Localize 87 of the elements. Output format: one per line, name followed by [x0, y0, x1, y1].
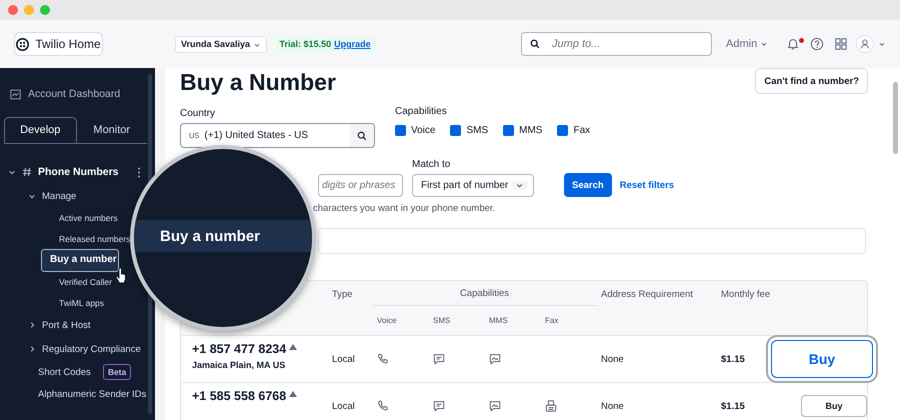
checkbox-label: SMS [466, 125, 488, 136]
reset-filters-link[interactable]: Reset filters [620, 180, 674, 191]
table-cell-text: None [600, 400, 624, 414]
apps-grid-icon[interactable] [834, 37, 848, 51]
nav-group[interactable]: Regulatory Compliance [42, 344, 141, 354]
match-dropdown[interactable]: First part of number [412, 174, 534, 197]
checkbox[interactable] [503, 125, 514, 136]
number-input-field[interactable]: digits or phrases [318, 174, 403, 197]
hint-text: characters you want in your phone number. [313, 203, 496, 214]
nav-item[interactable]: TwiML apps [41, 292, 104, 313]
table-cell-text: $1.15 [720, 352, 745, 366]
phone-icon [377, 353, 389, 365]
caret-icon[interactable] [878, 40, 886, 48]
home-button[interactable]: Twilio Home [14, 32, 103, 56]
chevron-down-icon[interactable] [28, 192, 36, 200]
upgrade-link[interactable]: Upgrade [334, 39, 371, 49]
bell-icon[interactable] [786, 37, 800, 51]
nav-item[interactable]: Released numbers [41, 228, 130, 249]
table-cell-text: Local [331, 352, 355, 366]
beta-badge: Beta [102, 364, 132, 380]
phone-number: +1 585 558 6768 [192, 389, 286, 403]
column-header: MMS [488, 316, 508, 325]
chevron-down-icon[interactable] [8, 168, 16, 176]
nav-group[interactable]: Manage [42, 190, 76, 202]
table-cell-text: Local [331, 400, 355, 414]
triangle-icon [289, 344, 298, 350]
column-header: Capabilities [460, 288, 510, 298]
checkbox-label: Fax [573, 125, 590, 136]
notification-dot [799, 38, 804, 43]
column-header: Type [331, 288, 353, 302]
triangle-icon [289, 391, 298, 397]
search-icon [530, 39, 540, 49]
image-message-icon [489, 353, 501, 365]
fax-icon [545, 400, 557, 412]
dashboard-link[interactable]: Account Dashboard [10, 88, 120, 100]
buy-button[interactable]: Buy [801, 395, 867, 417]
checkbox[interactable] [395, 125, 406, 136]
nav-item[interactable]: Short Codes [38, 366, 91, 378]
search-button[interactable]: Search [564, 173, 612, 197]
help-icon[interactable] [810, 37, 824, 51]
sidebar-tab[interactable]: Monitor [76, 117, 147, 143]
nav-item[interactable]: Alphanumeric Sender IDs [38, 388, 146, 400]
column-header: SMS [432, 316, 450, 325]
chart-icon [10, 88, 21, 100]
message-icon [433, 400, 445, 412]
checkbox[interactable] [557, 125, 568, 136]
help-button[interactable]: Can't find a number? [755, 68, 868, 94]
account-dropdown[interactable]: Vrunda Savaliya [175, 36, 267, 52]
field-label: Match to [412, 159, 450, 170]
country-value: (+1) United States - US [204, 130, 308, 141]
chevron-right-icon[interactable] [28, 321, 36, 329]
column-header: Address Requirement [600, 288, 693, 302]
more-options-icon[interactable] [137, 166, 141, 178]
nav-group[interactable]: Port & Host [42, 320, 91, 330]
role-dropdown[interactable]: Admin [720, 37, 774, 51]
nav-item[interactable]: Verified Caller [41, 272, 112, 292]
message-icon [433, 353, 445, 365]
field-label: Capabilities [395, 106, 447, 117]
image-message-icon [489, 400, 501, 412]
table-cell-text: $1.15 [720, 400, 745, 414]
chevron-right-icon[interactable] [28, 345, 36, 353]
scrollbar-thumb[interactable] [893, 82, 898, 154]
search-field[interactable]: Jump to... [521, 32, 712, 56]
checkbox-label: Voice [411, 125, 436, 136]
checkbox[interactable] [450, 125, 462, 136]
sidebar-tab[interactable]: Develop [4, 117, 76, 143]
user-avatar-icon[interactable] [856, 35, 874, 53]
phone-number: +1 857 477 8234 [192, 342, 286, 356]
trial-balance: Trial: $15.50 [280, 39, 332, 49]
section-title[interactable]: Phone Numbers [38, 166, 119, 178]
hash-icon [22, 167, 32, 177]
column-header: Voice [376, 316, 397, 325]
column-header: Fax [544, 316, 558, 325]
hand-cursor-icon [114, 266, 128, 284]
phone-icon [377, 400, 389, 412]
search-icon[interactable] [357, 130, 367, 140]
search-input[interactable]: Jump to... [552, 33, 702, 55]
field-label: Country [180, 108, 216, 119]
nav-item[interactable]: Buy a number [41, 249, 119, 272]
checkbox-label: MMS [519, 125, 542, 136]
table-cell-text: None [600, 352, 624, 366]
logo [16, 38, 30, 50]
location-text: Jamaica Plain, MA US [192, 360, 286, 370]
caret-icon[interactable] [760, 40, 768, 48]
page-title: Buy a Number [180, 69, 336, 96]
nav-item[interactable]: Active numbers [41, 208, 118, 228]
column-header: Monthly fee [720, 288, 770, 302]
